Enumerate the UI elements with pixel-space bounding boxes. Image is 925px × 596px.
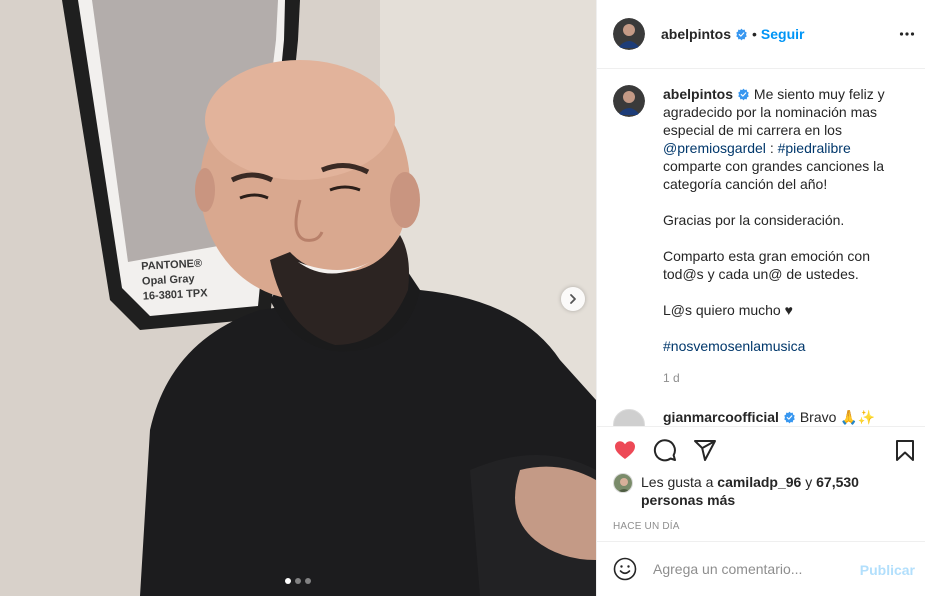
post-photo[interactable]: PANTONE® Opal Gray 16-3801 TPX — [0, 0, 596, 596]
hashtag-link[interactable]: #nosvemosenlamusica — [663, 338, 805, 354]
verified-badge-icon — [738, 88, 749, 101]
likes-text: Les gusta a camiladp_96 y 67,530 persona… — [641, 473, 909, 509]
share-icon[interactable] — [693, 438, 717, 462]
avatar[interactable] — [613, 409, 645, 426]
heart-icon[interactable] — [613, 438, 637, 462]
caption-colon: : — [769, 140, 774, 157]
avatar-image — [613, 85, 645, 118]
avatar[interactable] — [613, 85, 645, 118]
caption-paragraph: Comparto esta gran emoción con tod@s y c… — [663, 248, 870, 283]
caption-time[interactable]: 1 d — [663, 369, 903, 387]
comments-section[interactable]: abelpintos Me siento muy feliz y agradec… — [597, 69, 925, 426]
avatar[interactable] — [613, 18, 645, 51]
more-options-icon[interactable] — [899, 26, 915, 42]
avatar-image — [613, 18, 645, 51]
follow-button[interactable]: Seguir — [761, 26, 805, 42]
caption-paragraph: L@s quiero mucho ♥ — [663, 302, 793, 319]
publish-button[interactable]: Publicar — [860, 562, 915, 578]
mention-link[interactable]: @premiosgardel — [663, 140, 766, 156]
header-separator: • — [752, 26, 757, 43]
verified-badge-icon — [736, 28, 747, 40]
caption: abelpintos Me siento muy feliz y agradec… — [613, 85, 909, 387]
verified-badge-icon — [784, 411, 795, 424]
post-timestamp[interactable]: HACE UN DÍA — [597, 513, 925, 541]
carousel-dot-active — [285, 578, 291, 584]
post-side-panel: abelpintos • Seguir abelpintos Me siento… — [596, 0, 925, 596]
likes-middle: y — [805, 474, 813, 491]
likes-summary: Les gusta a camiladp_96 y 67,530 persona… — [597, 473, 925, 513]
comment-text: gianmarcoofficial Bravo 🙏✨ — [663, 409, 875, 425]
photo-scene — [0, 0, 596, 596]
post-header: abelpintos • Seguir — [597, 0, 925, 70]
likes-prefix: Les gusta a — [641, 474, 714, 491]
comment-item: gianmarcoofficial Bravo 🙏✨ — [613, 409, 909, 426]
chevron-right-icon — [570, 294, 576, 304]
header-username[interactable]: abelpintos — [661, 26, 731, 42]
add-comment-bar: Publicar — [597, 540, 925, 596]
carousel-indicator — [0, 578, 596, 584]
carousel-dot — [295, 578, 301, 584]
caption-text: abelpintos Me siento muy feliz y agradec… — [663, 85, 903, 387]
liker-username[interactable]: camiladp_96 — [717, 474, 801, 490]
bookmark-icon[interactable] — [893, 439, 917, 463]
caption-username[interactable]: abelpintos — [663, 86, 733, 102]
comment-input[interactable] — [653, 560, 843, 577]
comment-body: Bravo 🙏✨ — [799, 409, 876, 426]
carousel-dot — [305, 578, 311, 584]
caption-paragraph: Gracias por la consideración. — [663, 212, 845, 229]
carousel-next-button[interactable] — [561, 287, 585, 311]
instagram-post: PANTONE® Opal Gray 16-3801 TPX abelpinto… — [0, 0, 925, 596]
emoji-icon[interactable] — [613, 557, 637, 581]
avatar[interactable] — [613, 473, 633, 494]
action-bar — [597, 425, 925, 474]
comment-username[interactable]: gianmarcoofficial — [663, 409, 779, 425]
pantone-label: PANTONE® Opal Gray 16-3801 TPX — [141, 256, 208, 304]
caption-line: comparte con grandes canciones la catego… — [663, 158, 885, 193]
comment-icon[interactable] — [653, 438, 677, 462]
avatar-image — [614, 474, 632, 493]
hashtag-link[interactable]: #piedralibre — [778, 140, 851, 156]
